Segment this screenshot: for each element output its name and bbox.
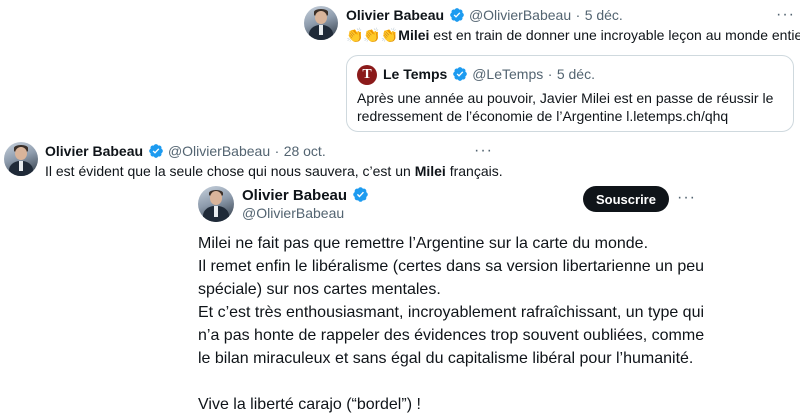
avatar[interactable] <box>198 186 234 222</box>
body-line-blank <box>198 370 788 393</box>
author-handle[interactable]: @OlivierBabeau <box>469 7 571 23</box>
verified-badge-icon <box>452 67 467 81</box>
quote-author-handle: @LeTemps <box>472 66 544 82</box>
body-line: n’a pas honte de rappeler des évidences … <box>198 327 705 344</box>
body-line: le bilan miraculeux et sans égal du capi… <box>198 350 694 367</box>
embedded-header: Olivier Babeau <box>242 186 369 205</box>
body-line: Vive la liberté carajo (“bordel”) ! <box>198 396 421 413</box>
separator-dot: · <box>547 66 553 82</box>
embedded-tweet-body: Milei ne fait pas que remettre l’Argenti… <box>198 232 788 416</box>
avatar[interactable] <box>304 6 338 40</box>
verified-badge-icon <box>352 187 368 202</box>
body-line: Et c’est très enthousiasmant, incroyable… <box>198 304 705 321</box>
verified-badge-icon <box>148 144 163 158</box>
tweet2-header: Olivier Babeau @OlivierBabeau · 28 oct. <box>45 143 326 161</box>
author-name[interactable]: Olivier Babeau <box>242 187 347 204</box>
body-line: spéciale) sur nos cartes mentales. <box>198 281 441 298</box>
le-temps-logo-icon: T <box>357 65 377 85</box>
quote-date: 5 déc. <box>556 66 595 82</box>
more-options-icon[interactable]: ··· <box>474 142 493 160</box>
tweet-text: Il est évident que la seule chose qui no… <box>45 163 415 179</box>
more-options-icon[interactable]: ··· <box>776 6 795 24</box>
tweet-date[interactable]: 28 oct. <box>284 143 326 159</box>
quote-text-line-2: redressement de l’économie de l’Argentin… <box>357 108 729 124</box>
tweet2-text: Il est évident que la seule chose qui no… <box>45 163 503 179</box>
bold-keyword: Milei <box>398 27 430 43</box>
quote-header: Le Temps @LeTemps · 5 déc. <box>383 66 595 84</box>
more-options-icon[interactable]: ··· <box>677 189 696 207</box>
separator-dot: · <box>274 143 280 159</box>
clapping-hands-emoji: 👏👏👏 <box>346 27 399 43</box>
separator-dot: · <box>575 7 581 23</box>
quote-author-name: Le Temps <box>383 66 448 82</box>
author-handle[interactable]: @OlivierBabeau <box>242 205 344 221</box>
tweet-text: français. <box>445 163 503 179</box>
author-name[interactable]: Olivier Babeau <box>45 143 143 159</box>
author-name[interactable]: Olivier Babeau <box>346 7 444 23</box>
author-handle[interactable]: @OlivierBabeau <box>168 143 270 159</box>
avatar[interactable] <box>4 142 38 176</box>
tweet-text: est en train de donner une incroyable le… <box>429 27 800 43</box>
tweet-date[interactable]: 5 déc. <box>585 7 623 23</box>
subscribe-button[interactable]: Souscrire <box>583 186 669 212</box>
tweet1-header: Olivier Babeau @OlivierBabeau · 5 déc. <box>346 7 623 25</box>
bold-keyword: Milei <box>414 163 446 179</box>
body-line: Il remet enfin le libéralisme (certes da… <box>198 258 705 275</box>
body-line: Milei ne fait pas que remettre l’Argenti… <box>198 235 649 252</box>
quote-text-line-1: Après une année au pouvoir, Javier Milei… <box>357 90 774 106</box>
tweet1-text: 👏👏👏Milei est en train de donner une incr… <box>346 27 800 44</box>
verified-badge-icon <box>449 8 464 22</box>
quoted-tweet-card[interactable]: T Le Temps @LeTemps · 5 déc. Après une a… <box>346 55 794 132</box>
